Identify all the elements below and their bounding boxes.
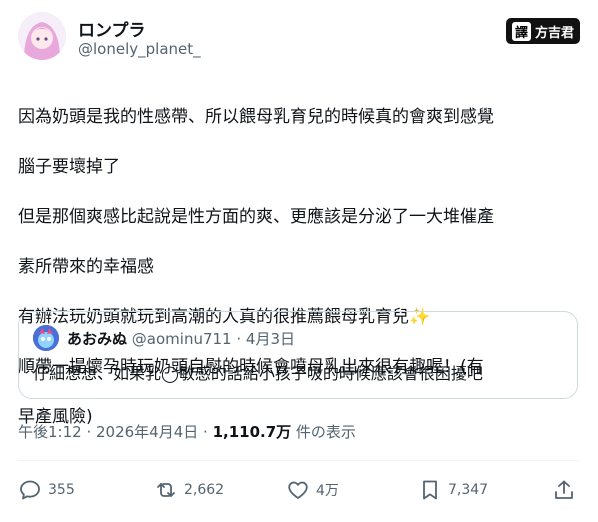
like-count: 4万	[316, 483, 339, 499]
post-header: ロンプラ @lonely_planet_ 譯 方吉君	[18, 12, 580, 64]
post-timestamp[interactable]: 午後1:12 · 2026年4月4日 ·	[18, 423, 213, 441]
author-name[interactable]: ロンプラ	[78, 16, 146, 41]
like-icon	[288, 481, 308, 499]
reply-icon	[20, 480, 40, 500]
share-icon	[555, 480, 573, 499]
reply-button[interactable]: 355	[18, 478, 75, 502]
bookmark-button[interactable]: 7,347	[418, 478, 488, 502]
quoted-post[interactable]: あおみぬ @aominu711 · 4月3日 仔細想想、如果乳◯敏感的話給小孩子…	[18, 311, 578, 399]
quoted-author-handle[interactable]: @aominu711	[132, 330, 232, 348]
view-count-suffix: 件の表示	[291, 423, 356, 441]
post-line: 但是那個爽感比起說是性方面的爽、更應該是分泌了一大堆催產	[18, 207, 494, 227]
post-line: 素所帶來的幸福感	[18, 257, 154, 277]
bookmark-count: 7,347	[448, 482, 489, 498]
post-meta: 午後1:12 · 2026年4月4日 · 1,110.7万 件の表示	[18, 421, 356, 442]
stamp-text: 方吉君	[534, 25, 574, 41]
like-button[interactable]: 4万	[286, 478, 339, 502]
quoted-author-name[interactable]: あおみぬ	[67, 330, 127, 348]
stamp-badge: 譯	[511, 21, 531, 41]
post-line: 因為奶頭是我的性感帶、所以餵母乳育兒的時候真的會爽到感覺	[18, 107, 494, 127]
repost-button[interactable]: 2,662	[154, 478, 224, 502]
view-count: 1,110.7万	[212, 423, 292, 441]
quoted-date[interactable]: 4月3日	[246, 330, 295, 348]
reply-count: 355	[48, 482, 75, 498]
author-handle[interactable]: @lonely_planet_	[78, 40, 201, 58]
repost-count: 2,662	[184, 482, 225, 498]
translator-stamp: 譯 方吉君	[505, 18, 580, 44]
action-bar: 355 2,662 4万 7,347	[18, 478, 580, 510]
bookmark-icon	[423, 480, 437, 500]
share-button[interactable]	[552, 478, 582, 502]
post-line: 腦子要壞掉了	[18, 157, 120, 177]
quoted-header: あおみぬ @aominu711 · 4月3日	[67, 328, 295, 349]
repost-icon	[157, 483, 175, 497]
quoted-text: 仔細想想、如果乳◯敏感的話給小孩子吸的時候應該會很困擾吧	[33, 364, 483, 383]
divider	[18, 460, 580, 461]
author-avatar[interactable]	[18, 12, 66, 60]
quoted-author-avatar[interactable]	[33, 325, 59, 351]
quoted-separator: ·	[231, 330, 246, 348]
